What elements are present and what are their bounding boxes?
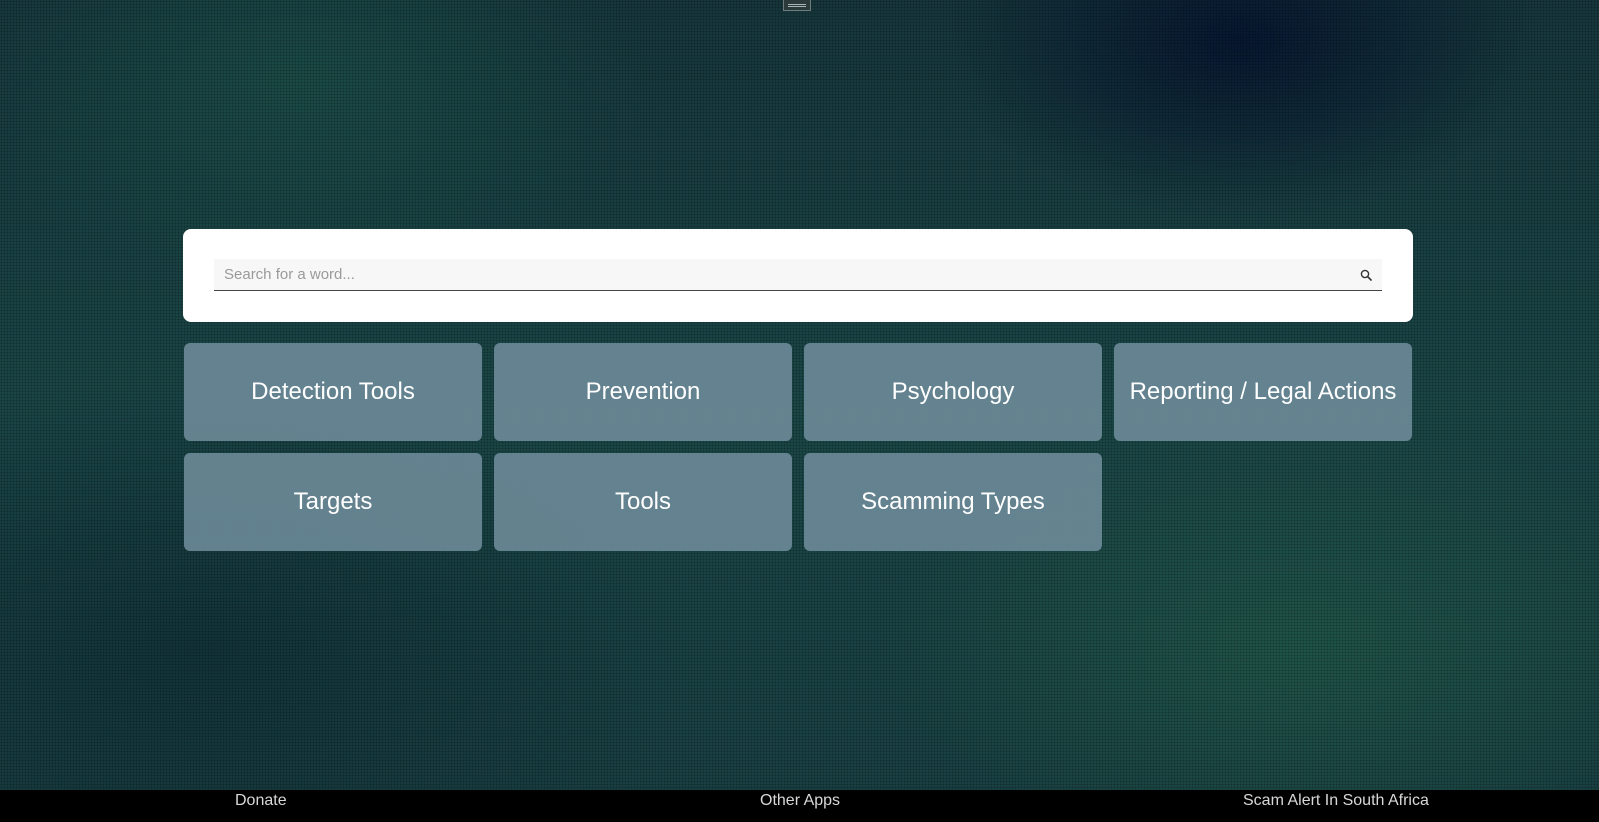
search-input[interactable]: [214, 259, 1350, 290]
search-icon[interactable]: [1350, 259, 1382, 291]
search-box: [214, 259, 1382, 291]
footer-bar: Donate Other Apps Scam Alert In South Af…: [0, 790, 1599, 822]
category-reporting-legal-actions[interactable]: Reporting / Legal Actions: [1114, 343, 1412, 441]
category-grid: Detection Tools Prevention Psychology Re…: [184, 343, 1412, 551]
menu-toggle-button[interactable]: [783, 0, 811, 11]
category-targets[interactable]: Targets: [184, 453, 482, 551]
search-card: [183, 229, 1413, 322]
site-name-link[interactable]: Scam Alert In South Africa: [1243, 790, 1429, 812]
other-apps-link[interactable]: Other Apps: [760, 790, 840, 812]
category-detection-tools[interactable]: Detection Tools: [184, 343, 482, 441]
category-tools[interactable]: Tools: [494, 453, 792, 551]
category-psychology[interactable]: Psychology: [804, 343, 1102, 441]
category-prevention[interactable]: Prevention: [494, 343, 792, 441]
category-scamming-types[interactable]: Scamming Types: [804, 453, 1102, 551]
donate-link[interactable]: Donate: [235, 790, 287, 812]
menu-icon: [788, 3, 806, 7]
